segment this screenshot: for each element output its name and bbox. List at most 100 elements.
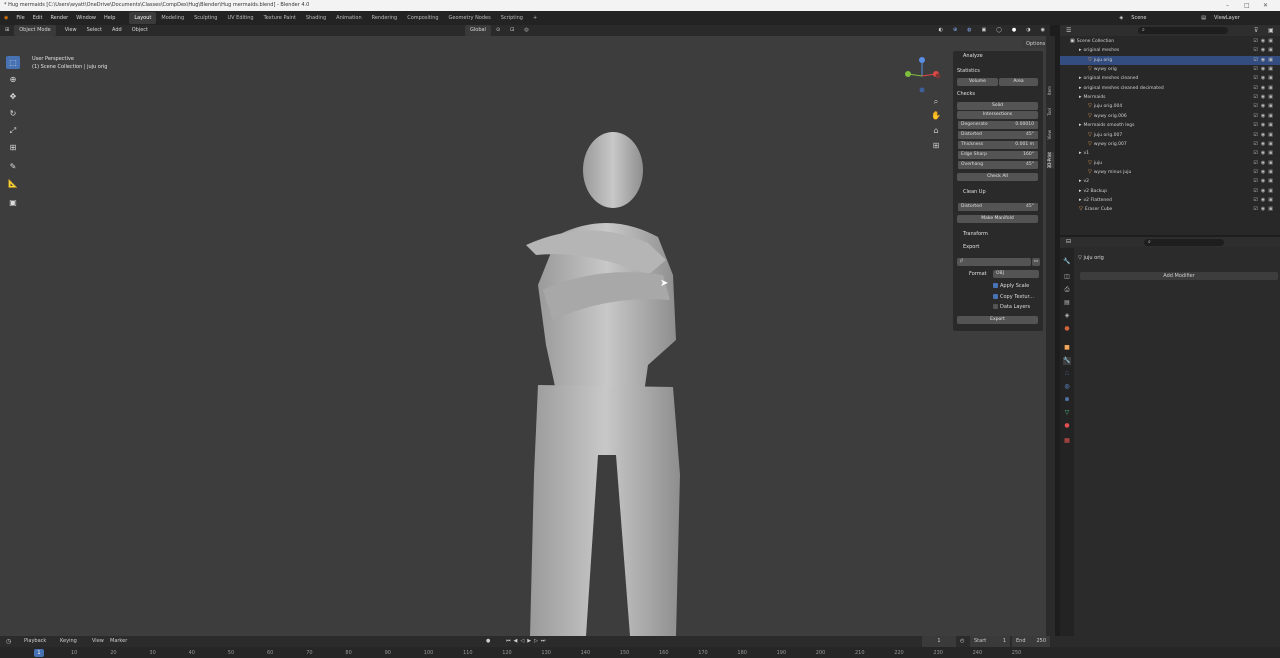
clean-up-header[interactable]: Clean Up (963, 189, 986, 195)
scale-tool-icon[interactable]: ⤢ (6, 124, 20, 137)
tab-shading[interactable]: Shading (301, 12, 331, 24)
tab-tool[interactable]: Tool (1047, 108, 1054, 116)
analyze-header[interactable]: Analyze (963, 53, 983, 59)
visibility-toggle-icon[interactable]: ☑◉▣ (1253, 37, 1276, 47)
solid-button[interactable]: Solid (957, 102, 1038, 110)
menu-help[interactable]: Help (100, 11, 119, 25)
pan-hand-icon[interactable]: ✋ (930, 110, 942, 122)
outliner-row[interactable]: ▽ wywy orig.007 ☑◉▣ (1060, 140, 1280, 150)
distorted-field[interactable]: Distorted 45° (958, 131, 1038, 139)
menu-marker[interactable]: Marker (110, 636, 127, 647)
outliner-row[interactable]: ▸ original meshes cleaned ☑◉▣ (1060, 74, 1280, 84)
visibility-toggle-icon[interactable]: ☑◉▣ (1253, 46, 1276, 56)
outliner-row[interactable]: ▸ v2 ☑◉▣ (1060, 177, 1280, 187)
data-layers-checkbox[interactable]: Data Layers (993, 303, 1030, 311)
outliner-row[interactable]: ▽ juju orig.007 ☑◉▣ (1060, 131, 1280, 141)
add-workspace-button[interactable]: + (528, 12, 542, 24)
filter-icon[interactable]: ⊽ (1254, 27, 1258, 34)
export-button[interactable]: Export (957, 316, 1038, 324)
end-frame-field[interactable]: End 250 (1012, 636, 1050, 647)
cleanup-distorted-field[interactable]: Distorted 45° (958, 203, 1038, 211)
current-frame-field[interactable]: 1 (922, 636, 956, 647)
gizmo-y-axis[interactable] (905, 71, 911, 77)
shading-wireframe-icon[interactable]: ◯ (991, 25, 1007, 36)
blender-logo-icon[interactable]: ◉ (0, 11, 12, 25)
object-tab-icon[interactable]: ■ (1063, 344, 1071, 352)
tab-geometry-nodes[interactable]: Geometry Nodes (444, 12, 496, 24)
properties-search-input[interactable]: ⌕ (1144, 239, 1224, 246)
menu-edit[interactable]: Edit (29, 11, 47, 25)
visibility-icon[interactable]: ◐ (934, 25, 948, 36)
visibility-toggle-icon[interactable]: ☑◉▣ (1253, 140, 1276, 150)
intersections-button[interactable]: Intersections (957, 111, 1038, 119)
clock-icon[interactable]: ◴ (960, 636, 964, 647)
scene-tab-icon[interactable]: ◈ (1063, 312, 1071, 320)
apply-scale-checkbox[interactable]: Apply Scale (993, 282, 1029, 290)
area-button[interactable]: Area (999, 78, 1038, 86)
outliner-row[interactable]: ▽ wywy minus juju ☑◉▣ (1060, 168, 1280, 178)
camera-icon[interactable]: ⌂ (930, 125, 942, 137)
menu-view[interactable]: View (60, 25, 82, 36)
overlay-toggle-icon[interactable]: ◍ (962, 25, 976, 36)
menu-object[interactable]: Object (127, 25, 153, 36)
outliner-row[interactable]: ▸ original meshes cleaned decimated ☑◉▣ (1060, 84, 1280, 94)
tab-compositing[interactable]: Compositing (402, 12, 443, 24)
outliner-search-input[interactable]: ⌕ (1138, 27, 1228, 34)
outliner-row[interactable]: ▽ wywy orig.006 ☑◉▣ (1060, 112, 1280, 122)
rotate-tool-icon[interactable]: ↻ (6, 107, 20, 120)
folder-icon[interactable]: ▭ (1032, 258, 1040, 266)
transform-header[interactable]: Transform (963, 231, 988, 237)
gizmo-neg-x-axis[interactable] (935, 73, 941, 79)
start-frame-field[interactable]: Start 1 (970, 636, 1010, 647)
playhead[interactable]: 1 (34, 649, 44, 657)
record-icon[interactable]: ● (486, 636, 490, 647)
constraints-tab-icon[interactable]: ⊗ (1063, 396, 1071, 404)
menu-window[interactable]: Window (72, 11, 100, 25)
outliner-row[interactable]: ▽ juju orig.004 ☑◉▣ (1060, 102, 1280, 112)
gizmo-toggle-icon[interactable]: ⊕ (948, 25, 962, 36)
maximize-icon[interactable]: □ (1244, 0, 1250, 11)
export-header[interactable]: Export (963, 244, 979, 250)
copy-textures-checkbox[interactable]: Copy Textur... (993, 293, 1034, 301)
particles-tab-icon[interactable]: ∴ (1063, 370, 1071, 378)
transform-tool-icon[interactable]: ⊞ (6, 141, 20, 154)
xray-icon[interactable]: ▣ (977, 25, 992, 36)
physics-tab-icon[interactable]: ◎ (1063, 383, 1071, 391)
visibility-toggle-icon[interactable]: ☑◉▣ (1253, 112, 1276, 122)
snap-icon[interactable]: ⊡ (505, 25, 519, 36)
outliner-row[interactable]: ▸ v2 Backup ☑◉▣ (1060, 187, 1280, 197)
grid-view-icon[interactable]: ⊞ (930, 140, 942, 152)
transform-orientation-selector[interactable]: Global (465, 25, 491, 36)
navigation-gizmo[interactable] (900, 54, 944, 98)
menu-timeline-view[interactable]: View (92, 636, 104, 647)
outliner-row[interactable]: ▸ v1 ☑◉▣ (1060, 149, 1280, 159)
output-tab-icon[interactable]: ⎙ (1063, 286, 1071, 294)
menu-file[interactable]: File (12, 11, 28, 25)
visibility-toggle-icon[interactable]: ☑◉▣ (1253, 196, 1276, 206)
annotate-tool-icon[interactable]: ✎ (6, 160, 20, 173)
tab-texture-paint[interactable]: Texture Paint (259, 12, 301, 24)
visibility-toggle-icon[interactable]: ☑◉▣ (1253, 187, 1276, 197)
visibility-toggle-icon[interactable]: ☑◉▣ (1253, 74, 1276, 84)
outliner-row[interactable]: ▽ wywy orig ☑◉▣ (1060, 65, 1280, 75)
tab-layout[interactable]: Layout (129, 12, 157, 24)
tab-sculpting[interactable]: Sculpting (189, 12, 222, 24)
tab-3d-print[interactable]: 3D-Print (1047, 152, 1054, 169)
add-modifier-button[interactable]: Add Modifier (1080, 272, 1278, 280)
visibility-toggle-icon[interactable]: ☑◉▣ (1253, 65, 1276, 75)
tab-modeling[interactable]: Modeling (156, 12, 189, 24)
visibility-toggle-icon[interactable]: ☑◉▣ (1253, 56, 1276, 66)
visibility-toggle-icon[interactable]: ☑◉▣ (1253, 205, 1276, 215)
tool-tab-icon[interactable]: 🔧 (1063, 258, 1071, 266)
tab-uv-editing[interactable]: UV Editing (222, 12, 258, 24)
modifier-tab-icon[interactable]: 🔧 (1063, 357, 1071, 365)
new-collection-icon[interactable]: ▣ (1268, 27, 1274, 34)
visibility-toggle-icon[interactable]: ☑◉▣ (1253, 84, 1276, 94)
menu-add[interactable]: Add (107, 25, 127, 36)
timeline-editor-icon[interactable]: ◷ (6, 636, 11, 647)
format-selector[interactable]: OBJ (993, 270, 1039, 278)
tab-item[interactable]: Item (1047, 86, 1054, 95)
outliner-row[interactable]: ▣ Scene Collection ☑◉▣ (1060, 37, 1280, 47)
menu-select[interactable]: Select (82, 25, 107, 36)
pivot-icon[interactable]: ⊙ (491, 25, 505, 36)
